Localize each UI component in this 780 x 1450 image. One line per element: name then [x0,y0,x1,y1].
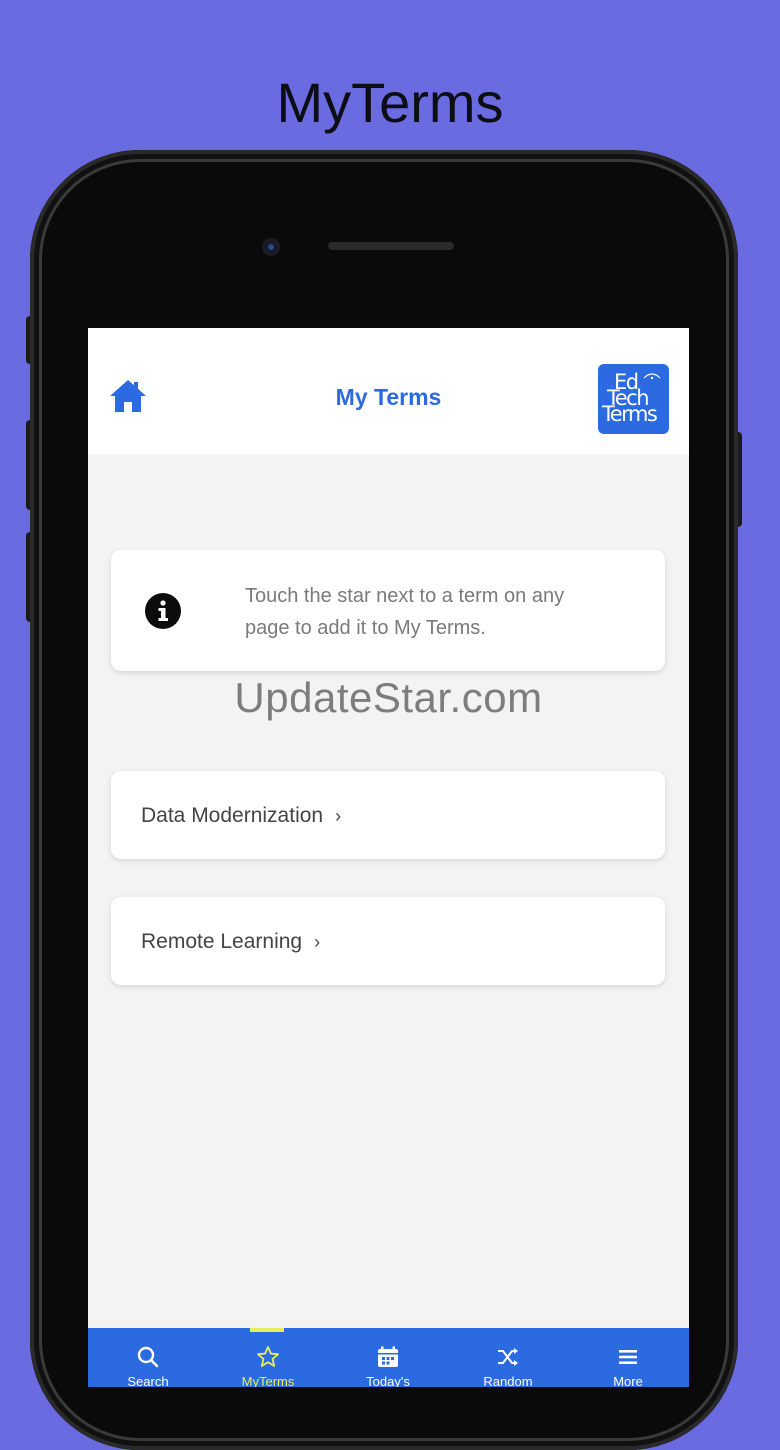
tab-random[interactable]: Random [448,1328,568,1387]
term-label: Remote Learning [141,930,303,953]
signal-icon [643,373,661,380]
banner-title: MyTerms [276,71,504,134]
tab-todays[interactable]: Today's [328,1328,448,1387]
earpiece-speaker [328,242,454,250]
front-camera [262,238,280,256]
tab-label: Random [483,1374,533,1387]
calendar-icon [378,1346,398,1367]
star-icon [257,1346,279,1367]
watermark: UpdateStar.com [234,674,543,721]
tab-more[interactable]: More [568,1328,688,1387]
tab-label: Today's [366,1374,410,1387]
info-icon [145,593,181,629]
bottom-tab-bar: Search MyTerms Today's Random More [88,1328,689,1387]
info-message: Touch the star next to a term on any pag… [245,585,565,639]
term-item-remote-learning[interactable]: Remote Learning › [111,897,665,985]
tab-label: Search [127,1374,169,1387]
chevron-right-icon: › [335,806,342,826]
edtech-terms-logo[interactable]: Ed Tech Terms [598,364,669,434]
term-item-data-modernization[interactable]: Data Modernization › [111,771,665,859]
shuffle-icon [498,1348,518,1366]
tab-myterms[interactable]: MyTerms [208,1328,328,1387]
info-card: Touch the star next to a term on any pag… [111,550,665,671]
menu-icon [619,1350,637,1364]
app-screen: My Terms Ed Tech Terms Touch the star ne… [88,328,689,1387]
term-label: Data Modernization [141,804,324,827]
tab-label: More [613,1374,643,1387]
tab-label: MyTerms [241,1374,295,1387]
tab-search[interactable]: Search [88,1328,208,1387]
search-icon [137,1346,159,1368]
chevron-right-icon: › [314,932,321,952]
app-header: My Terms Ed Tech Terms [88,328,689,454]
